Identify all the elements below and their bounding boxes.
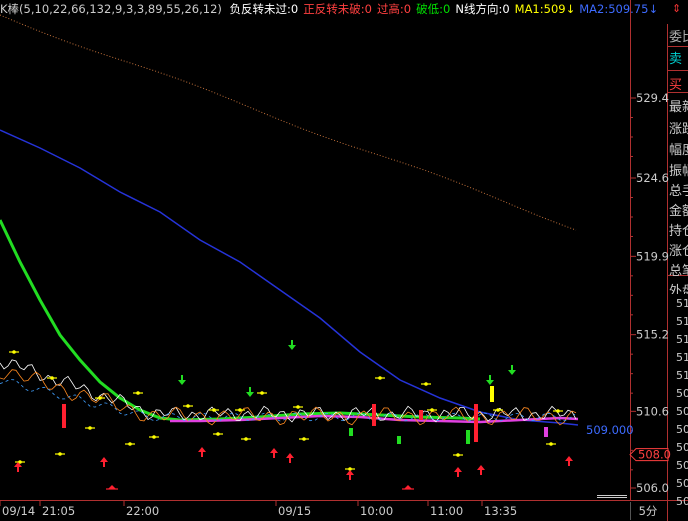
indicator-params: K棒(5,10,22,66,132,9,3,3,89,55,26,12) — [0, 2, 222, 16]
time-label: 11:00 — [430, 504, 464, 518]
side-panel-item[interactable]: 最新 — [669, 98, 688, 118]
red-up-arrow-icon — [454, 467, 462, 477]
side-panel-item[interactable]: 委比 — [669, 28, 688, 48]
interval-button[interactable]: 5分 — [630, 502, 665, 520]
red-up-arrow-icon — [286, 453, 294, 463]
header-item: N线方向:0 — [455, 2, 510, 16]
chart-canvas[interactable]: 529.4 524.6 519.9 515.2 510.6 506.0 509.000 508… — [0, 0, 688, 521]
order-book-price: 51 — [676, 369, 688, 382]
side-panel-item[interactable]: 买 — [669, 76, 688, 96]
order-book-price: 51 — [676, 351, 688, 364]
header-item: 过高:0 — [376, 2, 412, 16]
signal-bar — [490, 386, 494, 402]
time-label: 10:00 — [360, 504, 394, 518]
quote-side-panel[interactable]: 委比卖买最新涨跌幅度振幅总手金额持仓涨仓总笔外盘 — [667, 24, 688, 294]
signal-bar — [419, 410, 423, 420]
order-book-price: 50 — [676, 459, 688, 472]
red-up-arrow-icon — [565, 456, 573, 466]
side-panel-item[interactable]: 总手 — [669, 182, 688, 202]
ma-green-line — [0, 219, 481, 422]
green-down-arrow-icon — [288, 340, 296, 350]
signal-bar — [62, 404, 66, 428]
time-label: 13:35 — [484, 504, 518, 518]
side-panel-item[interactable]: 涨跌 — [669, 120, 688, 140]
red-up-arrow-icon — [198, 447, 206, 457]
time-label: 09/15 — [278, 504, 312, 518]
time-label: 22:00 — [126, 504, 160, 518]
signal-bar — [466, 430, 470, 444]
y-tick-label: 506.0 — [636, 481, 669, 495]
order-book-price: 50 — [676, 405, 688, 418]
indicator-header: K棒(5,10,22,66,132,9,3,3,89,55,26,12) 负反转… — [0, 0, 658, 20]
header-item: 正反转未破:0 — [303, 2, 372, 16]
price-tag-label: 509.000 — [586, 423, 634, 437]
signal-bar — [474, 404, 478, 442]
order-book-price: 50 — [676, 423, 688, 436]
red-up-arrow-icon — [477, 465, 485, 475]
time-label: 21:05 — [42, 504, 76, 518]
side-panel-item[interactable]: 涨仓 — [669, 242, 688, 262]
red-up-arrow-icon — [100, 457, 108, 467]
header-item: 破低:0 — [416, 2, 451, 16]
kline-chart-window[interactable]: 529.4 524.6 519.9 515.2 510.6 506.0 509.000 508… — [0, 0, 688, 521]
red-up-arrow-icon — [270, 448, 278, 458]
ma1-down-arrow-icon: ↓ — [565, 2, 576, 16]
y-tick-label: 515.2 — [636, 328, 669, 342]
order-book-price: 50 — [676, 477, 688, 490]
side-panel-item[interactable]: 幅度 — [669, 141, 688, 161]
header-item: 负反转未过:0 — [229, 2, 299, 16]
y-tick-label: 519.9 — [636, 249, 669, 263]
order-book-price: 50 — [676, 441, 688, 454]
price-tag-label: 508.0 — [638, 448, 671, 462]
time-label: 09/14 — [2, 504, 36, 518]
signal-bar — [544, 427, 548, 437]
side-panel-item[interactable]: 金额 — [669, 202, 688, 222]
order-book-price: 51 — [676, 315, 688, 328]
signal-bar — [349, 428, 353, 436]
long-ma-line — [0, 14, 577, 231]
order-book-price: 51 — [676, 333, 688, 346]
y-tick-label: 529.4 — [636, 91, 669, 105]
order-book-price: 51 — [676, 297, 688, 310]
header-item: MA2:509.75 — [579, 2, 649, 16]
side-panel-item[interactable]: 卖 — [669, 50, 688, 70]
signal-bar — [397, 436, 401, 444]
green-down-arrow-icon — [246, 387, 254, 397]
order-book-price: 50 — [676, 495, 688, 508]
red-up-arrow-icon — [346, 470, 354, 480]
header-item: MA1:509 — [514, 2, 566, 16]
y-tick-label: 510.6 — [636, 404, 669, 418]
y-tick-label: 524.6 — [636, 171, 669, 185]
ma2-down-arrow-icon: ↓ — [648, 2, 659, 16]
side-panel-item[interactable]: 持仓 — [669, 222, 688, 242]
order-book-price: 50 — [676, 387, 688, 400]
signal-bar — [372, 404, 376, 426]
green-down-arrow-icon — [508, 365, 516, 375]
side-panel-item[interactable]: 总笔 — [669, 262, 688, 282]
side-panel-item[interactable]: 外盘 — [669, 282, 688, 294]
collapse-arrow-icon[interactable]: ⇕ — [672, 2, 681, 15]
green-down-arrow-icon — [486, 375, 494, 385]
side-panel-item[interactable]: 振幅 — [669, 162, 688, 182]
green-down-arrow-icon — [178, 375, 186, 385]
